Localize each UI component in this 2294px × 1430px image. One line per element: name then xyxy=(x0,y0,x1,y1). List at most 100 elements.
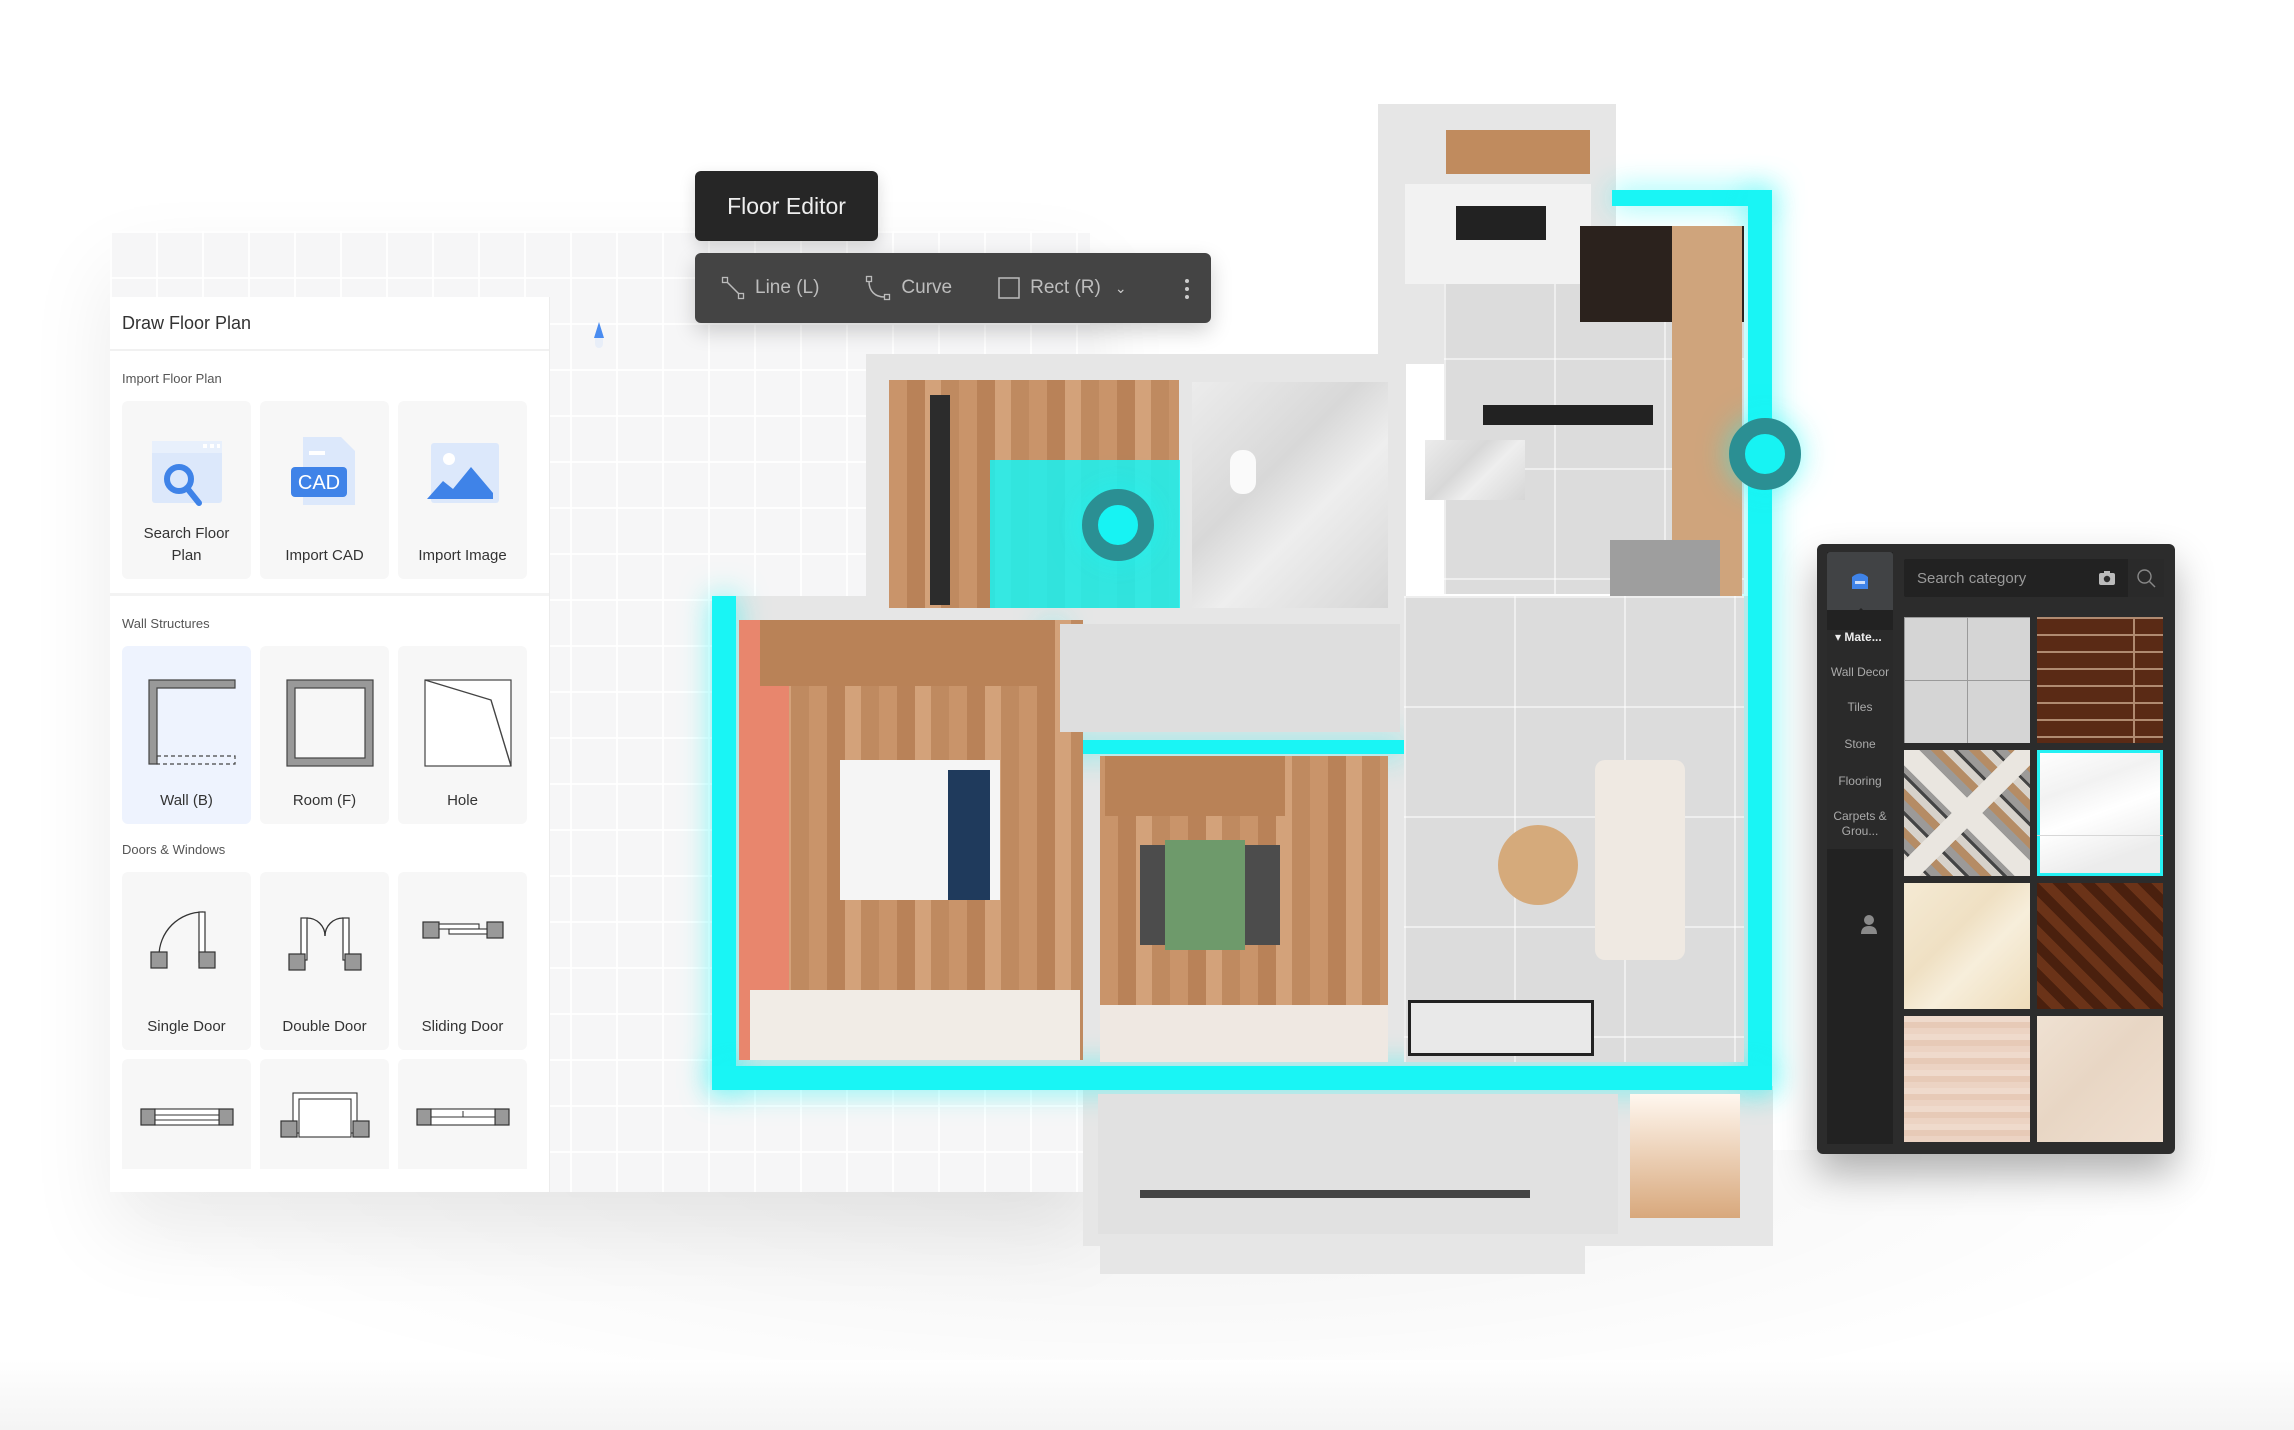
double-door-icon xyxy=(287,917,362,971)
room-drag-handle[interactable] xyxy=(1082,489,1154,561)
import-image-button[interactable]: Import Image xyxy=(398,401,527,579)
room-tool-button[interactable]: Room (F) xyxy=(260,646,389,824)
room-icon xyxy=(285,679,374,767)
sliding-window xyxy=(1408,1000,1594,1056)
swatch-cream-marble[interactable] xyxy=(1904,883,2030,1009)
highlight-edge xyxy=(1748,190,1772,1090)
sliding-door-label: Sliding Door xyxy=(421,1018,504,1035)
section-title-doors-windows: Doors & Windows xyxy=(122,842,226,857)
swatch-beige-stone[interactable] xyxy=(2037,1016,2163,1142)
double-door-button[interactable]: Double Door xyxy=(260,872,389,1050)
island xyxy=(1425,440,1525,500)
swatch-concrete-tile[interactable] xyxy=(1904,617,2030,743)
double-window-button[interactable] xyxy=(398,1059,527,1169)
tall-cabinets xyxy=(1672,226,1742,606)
room-tool-label: Room (F) xyxy=(292,792,357,809)
single-door-icon xyxy=(149,911,216,969)
corridor xyxy=(1060,624,1400,732)
compass-tail xyxy=(595,338,603,348)
section-title-wall-structures: Wall Structures xyxy=(122,616,210,631)
expand-triangle-icon: ▾ xyxy=(1835,630,1845,644)
compass-north-icon xyxy=(594,322,604,338)
second-bedroom-room xyxy=(1100,756,1388,1062)
rect-tool-icon xyxy=(998,277,1020,299)
second-bed xyxy=(1140,845,1280,945)
wall-structure-tiles: Wall (B) Room (F) Hole xyxy=(122,646,549,824)
drawing-toolbar: Line (L) Curve Rect (R) ⌄ xyxy=(695,253,1211,323)
more-vertical-icon[interactable] xyxy=(1185,279,1189,299)
search-icon xyxy=(2137,569,2156,588)
hole-icon xyxy=(423,679,512,767)
sliding-door-button[interactable]: Sliding Door xyxy=(398,872,527,1050)
dark-cabinet xyxy=(1580,226,1744,322)
panel-title: Draw Floor Plan xyxy=(110,297,549,351)
materials-tab[interactable] xyxy=(1827,552,1893,614)
search-button[interactable] xyxy=(2128,559,2164,597)
window-curtain-2 xyxy=(1100,1005,1388,1062)
swatch-light-wood[interactable] xyxy=(1904,1016,2030,1142)
highlight-edge xyxy=(1612,190,1772,206)
wardrobe-2 xyxy=(1105,756,1285,816)
draw-floor-plan-panel: Draw Floor Plan Import Floor Plan Search… xyxy=(110,297,550,1192)
bay-window-icon xyxy=(279,1092,370,1138)
door-window-tiles: Single Door Double Door Sliding Door xyxy=(122,872,549,1169)
chevron-down-icon[interactable]: ⌄ xyxy=(1115,280,1127,297)
search-floor-plan-button[interactable]: Search Floor Plan xyxy=(122,401,251,579)
category-carpets[interactable]: Carpets & Grou... xyxy=(1827,809,1893,839)
hole-tool-label: Hole xyxy=(447,792,478,809)
bay-window-button[interactable] xyxy=(260,1059,389,1169)
line-tool-button[interactable]: Line (L) xyxy=(721,276,819,300)
swatch-chevron-wood[interactable] xyxy=(1904,750,2030,876)
bathroom-room xyxy=(1192,382,1388,608)
image-icon xyxy=(426,443,499,503)
user-icon[interactable] xyxy=(1861,914,1877,936)
wall-drag-handle[interactable] xyxy=(1729,418,1801,490)
search-floor-plan-label: Search Floor Plan xyxy=(143,525,230,564)
double-window-icon xyxy=(415,1108,510,1126)
coffee-table xyxy=(1498,825,1578,905)
category-search-input[interactable] xyxy=(1904,569,2084,587)
single-door-button[interactable]: Single Door xyxy=(122,872,251,1050)
wall-tool-button[interactable]: Wall (B) xyxy=(122,646,251,824)
wall-tool-label: Wall (B) xyxy=(160,792,213,809)
category-materials[interactable]: ▾ Mate... xyxy=(1827,630,1893,645)
import-cad-label: Import CAD xyxy=(285,547,364,564)
swatch-white-marble[interactable] xyxy=(2037,750,2163,876)
category-tiles[interactable]: Tiles xyxy=(1827,700,1893,715)
rect-tool-label: Rect (R) xyxy=(1030,277,1101,298)
sliding-door-icon xyxy=(421,921,504,939)
category-flooring[interactable]: Flooring xyxy=(1827,774,1893,789)
section-title-import: Import Floor Plan xyxy=(122,371,222,386)
green-throw xyxy=(1165,840,1245,950)
wall-block xyxy=(1378,104,1616,364)
materials-panel: ▾ Mate... Wall Decor Tiles Stone Floorin… xyxy=(1817,544,2175,1154)
ac-vent xyxy=(1483,405,1653,425)
category-wall-decor[interactable]: Wall Decor xyxy=(1827,665,1893,680)
svg-text:CAD: CAD xyxy=(297,472,339,494)
material-library-icon xyxy=(1852,573,1868,589)
single-door-label: Single Door xyxy=(147,1018,226,1035)
curve-tool-button[interactable]: Curve xyxy=(865,275,952,301)
material-swatches xyxy=(1904,617,2163,1142)
curve-tool-icon xyxy=(866,275,891,301)
line-tool-label: Line (L) xyxy=(755,277,820,298)
import-cad-button[interactable]: CAD Import CAD xyxy=(260,401,389,579)
camera-icon[interactable] xyxy=(2098,570,2116,586)
sofa xyxy=(1595,760,1685,960)
window-icon xyxy=(139,1108,234,1126)
cad-file-icon: CAD xyxy=(290,437,355,505)
rect-tool-button[interactable]: Rect (R) ⌄ xyxy=(998,277,1127,299)
hole-tool-button[interactable]: Hole xyxy=(398,646,527,824)
swatch-herringbone-wood[interactable] xyxy=(2037,883,2163,1009)
category-stone[interactable]: Stone xyxy=(1827,737,1893,752)
window-button[interactable] xyxy=(122,1059,251,1169)
category-list: ▾ Mate... Wall Decor Tiles Stone Floorin… xyxy=(1827,630,1893,849)
fridge xyxy=(1610,540,1720,650)
kitchen-room xyxy=(1444,248,1744,594)
living-room xyxy=(1404,596,1744,1062)
materials-nav: ▾ Mate... Wall Decor Tiles Stone Floorin… xyxy=(1827,552,1893,1144)
section-divider xyxy=(110,593,549,596)
swatch-dark-wood-planks[interactable] xyxy=(2037,617,2163,743)
category-search xyxy=(1904,559,2164,597)
import-tiles: Search Floor Plan CAD Import CAD Import … xyxy=(122,401,549,579)
